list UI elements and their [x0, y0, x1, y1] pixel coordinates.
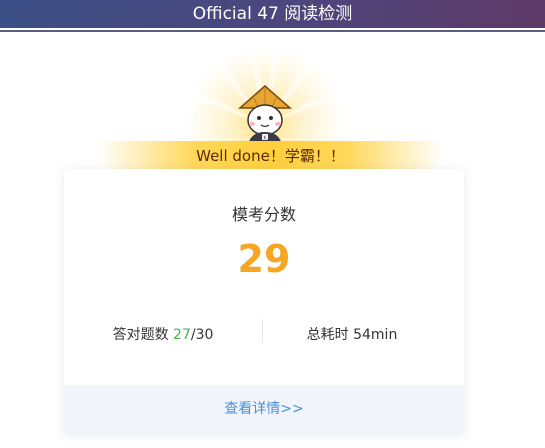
score-value: 29: [237, 237, 291, 281]
time-spent-value: 54min: [353, 327, 398, 343]
mascot-scholar-icon: K: [236, 84, 294, 146]
correct-count-stat: 答对题数 27/30: [64, 324, 262, 344]
correct-count-value: 27: [173, 327, 191, 343]
page-header: Official 47 阅读检测: [0, 0, 545, 28]
header-divider: [0, 30, 545, 32]
total-questions: /30: [190, 327, 214, 343]
result-card: 模考分数 29 答对题数 27/30 总耗时 54min 查看详情>>: [64, 169, 464, 433]
score-label: 模考分数: [231, 205, 296, 224]
time-spent-label: 总耗时: [306, 327, 349, 343]
time-spent-stat: 总耗时 54min: [262, 324, 442, 344]
page-title: Official 47 阅读检测: [192, 4, 353, 24]
congrats-text: Well done！学霸！！: [196, 147, 345, 165]
view-details-link[interactable]: 查看详情>>: [64, 385, 464, 433]
correct-count-label: 答对题数: [112, 327, 169, 343]
